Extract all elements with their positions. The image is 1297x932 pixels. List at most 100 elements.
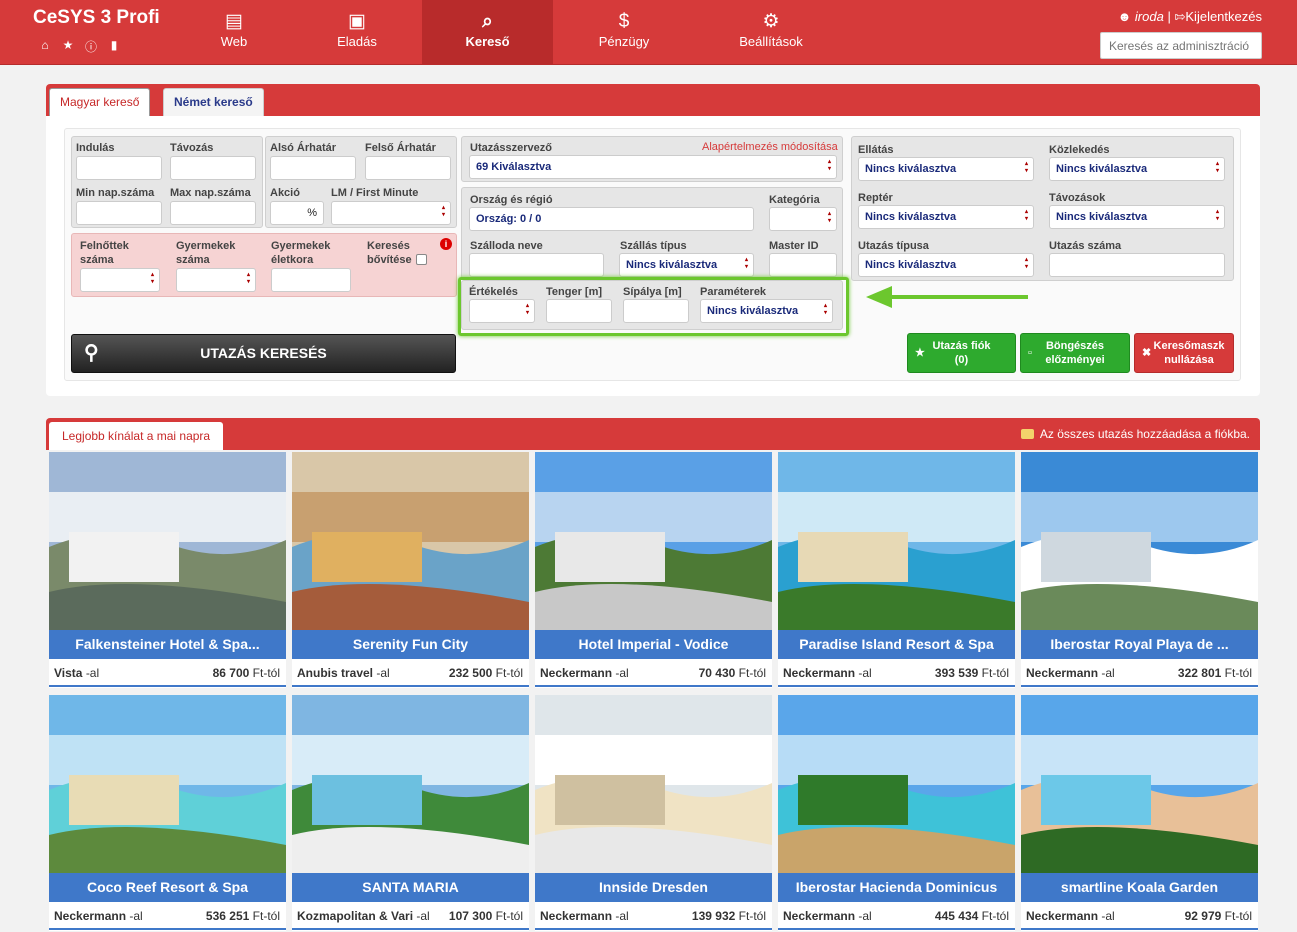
return-input[interactable] bbox=[170, 156, 256, 180]
offer-card[interactable]: smartline Koala Garden Neckermann -al 92 9… bbox=[1021, 695, 1258, 931]
info-icon[interactable]: ⓘ bbox=[84, 38, 98, 55]
username[interactable]: iroda bbox=[1135, 9, 1164, 24]
extend-search-checkbox[interactable] bbox=[416, 254, 427, 265]
offer-card[interactable]: Coco Reef Resort & Spa Neckermann -al 536 … bbox=[49, 695, 286, 931]
offer-photo[interactable] bbox=[778, 695, 1015, 873]
travel-account-button[interactable]: ★ Utazás fiók (0) bbox=[907, 333, 1016, 373]
price-suffix: Ft-tól bbox=[1224, 666, 1252, 680]
lastminute-select[interactable] bbox=[331, 201, 451, 225]
discount-input[interactable]: % bbox=[270, 201, 324, 225]
price-suffix: Ft-tól bbox=[252, 909, 280, 923]
offer-photo[interactable] bbox=[49, 452, 286, 630]
nav-settings[interactable]: ⚙ Beállítások bbox=[725, 0, 817, 65]
price-low-input[interactable] bbox=[270, 156, 356, 180]
offer-title[interactable]: Paradise Island Resort & Spa bbox=[778, 630, 1015, 659]
offers-tab[interactable]: Legjobb kínálat a mai napra bbox=[49, 422, 224, 450]
departure-input[interactable] bbox=[76, 156, 162, 180]
offer-title[interactable]: Iberostar Royal Playa de ... bbox=[1021, 630, 1258, 659]
country-input[interactable]: Ország: 0 / 0 bbox=[469, 207, 754, 231]
offer-card[interactable]: Innside Dresden Neckermann -al 139 932 Ft-… bbox=[535, 695, 772, 931]
board-value: Nincs kiválasztva bbox=[865, 163, 957, 175]
offer-photo[interactable] bbox=[1021, 452, 1258, 630]
max-nights-input[interactable] bbox=[170, 201, 256, 225]
agency-suffix: -al bbox=[615, 666, 629, 680]
offer-title[interactable]: Serenity Fun City bbox=[292, 630, 529, 659]
offer-meta: Kozmapolitan & Vari -al 107 300 Ft-tól bbox=[292, 902, 529, 930]
logout-link[interactable]: Kijelentkezés bbox=[1185, 9, 1262, 24]
accommodation-select[interactable]: Nincs kiválasztva bbox=[619, 253, 754, 277]
organizer-default-link[interactable]: Alapértelmezés módosítása bbox=[702, 141, 838, 153]
reset-search-button[interactable]: ✖ Keresőmaszk nullázása bbox=[1134, 333, 1234, 373]
search-trips-button[interactable]: ⚲ UTAZÁS KERESÉS bbox=[71, 334, 456, 373]
list-icon: ▤ bbox=[225, 11, 243, 32]
add-all-label: Az összes utazás hozzáadása a fiókba. bbox=[1039, 427, 1250, 441]
offer-photo[interactable] bbox=[535, 695, 772, 873]
board-select[interactable]: Nincs kiválasztva bbox=[858, 157, 1034, 181]
offer-card[interactable]: Serenity Fun City Anubis travel -al 232 50… bbox=[292, 452, 529, 688]
offer-title[interactable]: Iberostar Hacienda Dominicus bbox=[778, 873, 1015, 902]
offer-card[interactable]: Iberostar Hacienda Dominicus Neckermann -… bbox=[778, 695, 1015, 931]
offer-photo[interactable] bbox=[778, 452, 1015, 630]
accommodation-value: Nincs kiválasztva bbox=[626, 259, 718, 271]
price-suffix: Ft-tól bbox=[738, 909, 766, 923]
nav-search[interactable]: ⌕ Kereső bbox=[422, 0, 553, 65]
price-value: 536 251 bbox=[205, 909, 250, 923]
offer-title[interactable]: Coco Reef Resort & Spa bbox=[49, 873, 286, 902]
app-brand[interactable]: CeSYS 3 Profi bbox=[33, 7, 160, 29]
offer-title[interactable]: SANTA MARIA bbox=[292, 873, 529, 902]
agency-name: Neckermann bbox=[783, 909, 856, 923]
price-high-input[interactable] bbox=[365, 156, 451, 180]
offer-photo[interactable] bbox=[535, 452, 772, 630]
offer-title[interactable]: Innside Dresden bbox=[535, 873, 772, 902]
nav-web[interactable]: ▤ Web bbox=[195, 0, 273, 65]
departure-label: Indulás bbox=[76, 142, 115, 154]
offer-card[interactable]: Hotel Imperial - Vodice Neckermann -al 70 … bbox=[535, 452, 772, 688]
transport-select[interactable]: Nincs kiválasztva bbox=[1049, 157, 1225, 181]
min-nights-input[interactable] bbox=[76, 201, 162, 225]
nav-finance[interactable]: $ Pénzügy bbox=[585, 0, 663, 65]
children-select[interactable] bbox=[176, 268, 256, 292]
offer-title[interactable]: Falkensteiner Hotel & Spa... bbox=[49, 630, 286, 659]
offer-card[interactable]: SANTA MARIA Kozmapolitan & Vari -al 107 30… bbox=[292, 695, 529, 931]
nav-sales[interactable]: ▣ Eladás bbox=[316, 0, 398, 65]
tab-german-search[interactable]: Német kereső bbox=[163, 88, 264, 116]
offer-photo[interactable] bbox=[292, 695, 529, 873]
extend-search-label: Keresés bővítése bbox=[367, 240, 412, 266]
offer-photo[interactable] bbox=[49, 695, 286, 873]
price-suffix: Ft-tól bbox=[981, 909, 1009, 923]
departures-select[interactable]: Nincs kiválasztva bbox=[1049, 205, 1225, 229]
category-select[interactable] bbox=[769, 207, 837, 231]
trip-type-select[interactable]: Nincs kiválasztva bbox=[858, 253, 1034, 277]
offer-price: 70 430 Ft-tól bbox=[699, 666, 766, 680]
offer-title[interactable]: smartline Koala Garden bbox=[1021, 873, 1258, 902]
child-age-input[interactable] bbox=[271, 268, 351, 292]
master-id-input[interactable] bbox=[769, 253, 837, 277]
hotel-input[interactable] bbox=[469, 253, 604, 277]
offer-title[interactable]: Hotel Imperial - Vodice bbox=[535, 630, 772, 659]
add-all-to-account-link[interactable]: Az összes utazás hozzáadása a fiókba. bbox=[1020, 427, 1250, 441]
agency-name: Anubis travel bbox=[297, 666, 374, 680]
offer-card[interactable]: Iberostar Royal Playa de ... Neckermann -… bbox=[1021, 452, 1258, 688]
airport-select[interactable]: Nincs kiválasztva bbox=[858, 205, 1034, 229]
info-icon[interactable]: i bbox=[440, 238, 452, 250]
home-icon[interactable]: ⌂ bbox=[38, 38, 52, 55]
offer-price: 445 434 Ft-tól bbox=[935, 909, 1009, 923]
adults-select[interactable] bbox=[80, 268, 160, 292]
offer-photo[interactable] bbox=[1021, 695, 1258, 873]
price-high-label: Felső Árhatár bbox=[365, 142, 436, 154]
offer-card[interactable]: Paradise Island Resort & Spa Neckermann -… bbox=[778, 452, 1015, 688]
agency-suffix: -al bbox=[416, 909, 430, 923]
agency-suffix: -al bbox=[376, 666, 390, 680]
nav-label: Kereső bbox=[465, 34, 510, 49]
offer-card[interactable]: Falkensteiner Hotel & Spa... Vista -al 86 … bbox=[49, 452, 286, 688]
offer-price: 536 251 Ft-tól bbox=[206, 909, 280, 923]
chat-icon[interactable]: ▮ bbox=[107, 38, 121, 55]
star-icon[interactable]: ★ bbox=[61, 38, 75, 55]
offer-photo[interactable] bbox=[292, 452, 529, 630]
agency-name: Neckermann bbox=[540, 909, 613, 923]
admin-search-input[interactable] bbox=[1100, 32, 1262, 59]
trip-number-input[interactable] bbox=[1049, 253, 1225, 277]
organizer-select[interactable]: 69 Kiválasztva bbox=[469, 155, 837, 179]
browse-history-button[interactable]: ▫ Böngészés előzményei bbox=[1020, 333, 1130, 373]
tab-hungarian-search[interactable]: Magyar kereső bbox=[49, 88, 151, 116]
